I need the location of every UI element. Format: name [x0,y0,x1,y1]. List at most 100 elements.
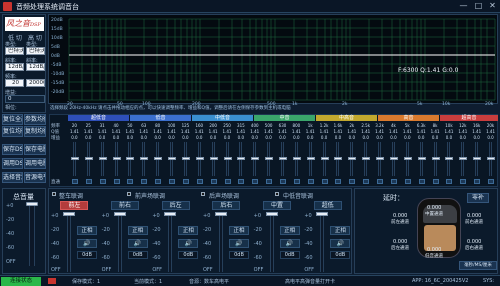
eq-band-gain[interactable]: 0.0 [429,135,442,140]
channel-mute-button[interactable]: 🔊 [279,239,300,248]
eq-band-freq[interactable]: 2.5k [359,123,372,128]
eq-band-freq[interactable]: 500 [262,123,275,128]
channel-phase-button[interactable]: 正相 [127,226,148,235]
channel-mute-button[interactable]: 🔊 [77,239,97,248]
eq-band-bypass-toggle[interactable] [474,179,481,184]
eq-band-freq[interactable]: 125 [179,123,192,128]
eq-band-q[interactable]: 1.41 [276,129,289,134]
eq-band-freq[interactable]: 50 [123,123,136,128]
master-volume-track[interactable] [29,202,35,266]
eq-band-q[interactable]: 1.41 [345,129,358,134]
eq-band-slider-knob[interactable] [70,157,79,160]
eq-band-gain[interactable]: 0.0 [290,135,303,140]
low-cut-slope-select[interactable]: 12dB/Oct [5,63,24,71]
eq-band-bypass-toggle[interactable] [349,179,356,184]
eq-band-bypass-toggle[interactable] [155,179,162,184]
eq-band-bypass-toggle[interactable] [85,179,92,184]
low-cut-freq-input[interactable]: 20 [5,79,24,87]
eq-band-freq[interactable]: 250 [221,123,234,128]
eq-band-gain[interactable]: 0.0 [68,135,81,140]
delay-zero-button[interactable]: 零补 [467,193,489,203]
eq-band-slider-knob[interactable] [376,157,385,160]
delay-unit-button[interactable]: 毫秒/MS/厘米 [459,261,497,270]
source-level-button[interactable]: 音源电平 [24,172,46,183]
eq-band-q[interactable]: 1.41 [110,129,123,134]
link-all-checkbox[interactable] [52,192,56,196]
eq-band-gain[interactable]: 0.0 [318,135,331,140]
eq-band-slider-knob[interactable] [168,157,177,160]
maximize-button[interactable]: □ [472,1,485,12]
gain-input[interactable]: 0 [5,95,45,103]
eq-band-freq[interactable]: 16k [470,123,483,128]
eq-band-q[interactable]: 1.41 [470,129,483,134]
eq-band-slider-knob[interactable] [154,157,163,160]
eq-band-q[interactable]: 1.41 [290,129,303,134]
eq-band-gain[interactable]: 0.0 [165,135,178,140]
eq-band-slider-knob[interactable] [334,157,343,160]
eq-band-freq[interactable]: 20k [484,123,497,128]
eq-band-freq[interactable]: 2k [345,123,358,128]
channel-phase-button[interactable]: 正相 [279,226,300,235]
eq-band-slider-knob[interactable] [348,157,357,160]
eq-band-freq[interactable]: 630 [276,123,289,128]
eq-band-gain[interactable]: 0.0 [151,135,164,140]
channel-phase-button[interactable]: 正相 [330,226,351,235]
eq-band-gain[interactable]: 0.0 [456,135,469,140]
channel-volume-track[interactable] [168,212,173,272]
minimize-button[interactable]: — [457,1,470,12]
eq-band-gain[interactable]: 0.0 [373,135,386,140]
eq-band-q[interactable]: 1.41 [415,129,428,134]
eq-band-q[interactable]: 1.41 [68,129,81,134]
eq-band-q[interactable]: 1.41 [165,129,178,134]
save-pc-button[interactable]: 保存电脑 [24,144,46,155]
high-cut-type-select[interactable]: 巴特沃斯 [26,47,45,55]
eq-band-slider-knob[interactable] [237,157,246,160]
eq-band-freq[interactable]: 63 [137,123,150,128]
eq-band-slider-knob[interactable] [431,157,440,160]
eq-band-freq[interactable]: 800 [290,123,303,128]
link-front-checkbox[interactable] [127,192,131,196]
eq-band-gain[interactable]: 0.0 [207,135,220,140]
eq-band-q[interactable]: 1.41 [96,129,109,134]
eq-band-gain[interactable]: 0.0 [179,135,192,140]
eq-band-freq[interactable]: 400 [248,123,261,128]
high-cut-freq-input[interactable]: 20000 [26,79,45,87]
channel-select-button[interactable]: 后左 [161,201,190,210]
eq-band-slider-knob[interactable] [223,157,232,160]
eq-band-freq[interactable]: 315 [234,123,247,128]
channel-volume-track[interactable] [117,212,122,272]
eq-band-freq[interactable]: 1.2k [318,123,331,128]
eq-band-q[interactable]: 1.41 [443,129,456,134]
eq-band-q[interactable]: 1.41 [484,129,497,134]
eq-band-q[interactable]: 1.41 [221,129,234,134]
eq-band-slider-knob[interactable] [362,157,371,160]
eq-band-gain[interactable]: 0.0 [345,135,358,140]
channel-volume-knob[interactable] [265,212,278,216]
eq-band-freq[interactable]: 1k [304,123,317,128]
channel-select-button[interactable]: 中置 [262,201,291,210]
eq-band-slider-knob[interactable] [98,157,107,160]
eq-band-slider-knob[interactable] [445,157,454,160]
eq-band-q[interactable]: 1.41 [429,129,442,134]
channel-phase-button[interactable]: 正相 [229,226,249,235]
eq-band-slider-knob[interactable] [320,157,329,160]
eq-band-slider-knob[interactable] [181,157,190,160]
eq-band-slider-knob[interactable] [112,157,121,160]
channel-select-button[interactable]: 前右 [110,201,139,210]
eq-band-freq[interactable]: 4k [387,123,400,128]
eq-band-q[interactable]: 1.41 [304,129,317,134]
eq-band-freq[interactable]: 31 [96,123,109,128]
eq-band-q[interactable]: 1.41 [318,129,331,134]
channel-volume-track[interactable] [67,212,71,272]
eq-band-freq[interactable]: 6.3k [415,123,428,128]
eq-band-slider-knob[interactable] [126,157,135,160]
eq-band-bypass-toggle[interactable] [390,179,397,184]
eq-band-slider-knob[interactable] [278,157,287,160]
channel-volume-knob[interactable] [316,212,329,216]
channel-volume-knob[interactable] [113,212,126,216]
eq-band-bypass-toggle[interactable] [238,179,245,184]
eq-band-gain[interactable]: 0.0 [110,135,123,140]
eq-band-q[interactable]: 1.41 [359,129,372,134]
eq-band-gain[interactable]: 0.0 [123,135,136,140]
eq-band-bypass-toggle[interactable] [266,179,273,184]
